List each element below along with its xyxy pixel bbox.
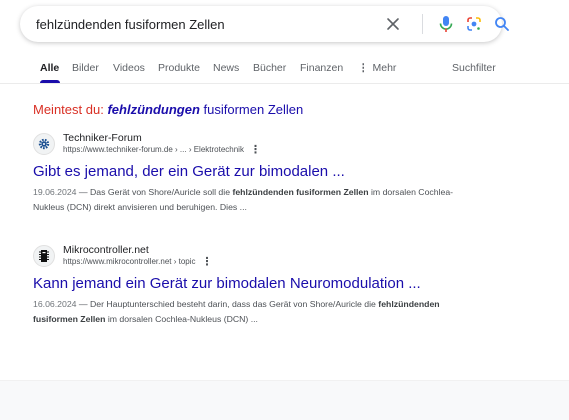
- gear-icon: [33, 133, 55, 155]
- result-date: 19.06.2024: [33, 187, 77, 197]
- result-site-row[interactable]: Mikrocontroller.net https://www.mikrocon…: [33, 242, 463, 270]
- search-result: Mikrocontroller.net https://www.mikrocon…: [33, 242, 463, 327]
- site-name: Mikrocontroller.net: [63, 244, 149, 256]
- magnifier-icon[interactable]: [493, 15, 511, 33]
- search-tabs: Alle Bilder Videos Produkte News Bücher …: [26, 56, 506, 83]
- page-footer: [0, 380, 569, 420]
- result-title-link[interactable]: Kann jemand ein Gerät zur bimodalen Neur…: [33, 274, 463, 294]
- more-vert-icon: ⋮: [358, 62, 369, 74]
- result-title-link[interactable]: Gibt es jemand, der ein Gerät zur bimoda…: [33, 162, 463, 182]
- snippet-pre: — Das Gerät von Shore/Auricle soll die: [76, 187, 233, 197]
- site-url: https://www.techniker-forum.de › ... › E…: [63, 145, 244, 154]
- tab-mehr[interactable]: ⋮ Mehr: [358, 62, 396, 74]
- chip-icon: [33, 245, 55, 267]
- google-lens-icon[interactable]: [465, 15, 483, 33]
- tab-mehr-label: Mehr: [372, 62, 397, 74]
- site-name: Techniker-Forum: [63, 132, 142, 144]
- tab-buecher[interactable]: Bücher: [253, 62, 286, 74]
- more-options-icon[interactable]: ⋮: [202, 256, 213, 268]
- snippet-highlight: fehlzündenden fusiformen Zellen: [232, 187, 369, 197]
- close-icon[interactable]: [384, 15, 402, 33]
- result-date: 16.06.2024: [33, 299, 77, 309]
- search-divider: [422, 14, 423, 34]
- search-bar: [20, 6, 509, 42]
- correction-rest: fusiformen Zellen: [203, 102, 304, 117]
- did-you-mean-link[interactable]: fehlzündungen fusiformen Zellen: [107, 102, 303, 117]
- result-snippet: 16.06.2024 — Der Hauptunterschied besteh…: [33, 297, 463, 327]
- more-options-icon[interactable]: ⋮: [250, 144, 261, 156]
- result-site-row[interactable]: Techniker-Forum https://www.techniker-fo…: [33, 130, 463, 158]
- spelling-suggestion: Meintest du: fehlzündungen fusiformen Ze…: [33, 102, 303, 117]
- header-divider: [0, 83, 569, 84]
- tab-videos[interactable]: Videos: [113, 62, 145, 74]
- search-input[interactable]: [36, 6, 366, 42]
- search-result: Techniker-Forum https://www.techniker-fo…: [33, 130, 463, 215]
- snippet-pre: — Der Hauptunterschied besteht darin, da…: [76, 299, 379, 309]
- site-url: https://www.mikrocontroller.net › topic: [63, 257, 196, 266]
- tab-finanzen[interactable]: Finanzen: [300, 62, 343, 74]
- search-tools-button[interactable]: Suchfilter: [452, 62, 496, 74]
- tab-news[interactable]: News: [213, 62, 239, 74]
- tab-alle[interactable]: Alle: [40, 62, 59, 74]
- result-snippet: 19.06.2024 — Das Gerät von Shore/Auricle…: [33, 185, 463, 215]
- did-you-mean-label: Meintest du:: [33, 102, 104, 117]
- snippet-post: im dorsalen Cochlea-Nukleus (DCN) ...: [105, 314, 258, 324]
- correction-bold: fehlzündungen: [107, 102, 200, 117]
- microphone-icon[interactable]: [437, 15, 455, 33]
- tab-bilder[interactable]: Bilder: [72, 62, 99, 74]
- tab-produkte[interactable]: Produkte: [158, 62, 200, 74]
